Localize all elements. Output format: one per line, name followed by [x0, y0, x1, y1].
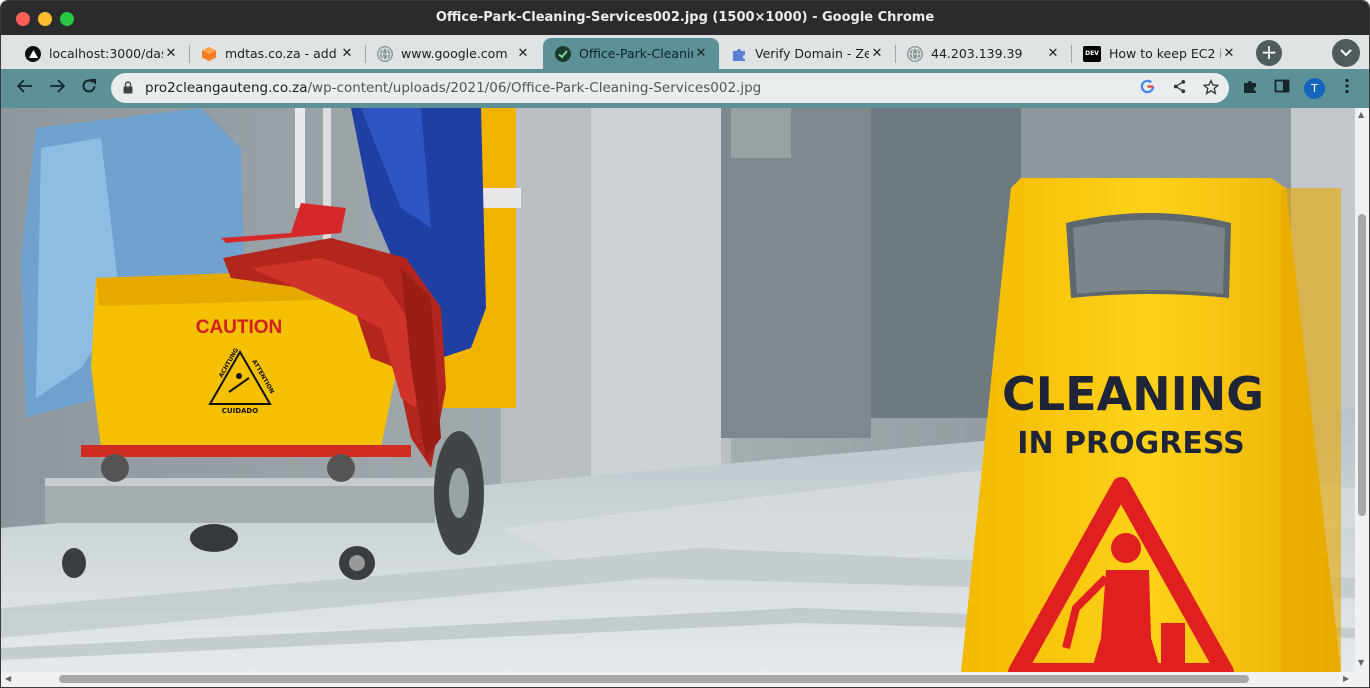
arrow-left-icon [16, 79, 32, 93]
tab-label: localhost:3000/das [49, 46, 163, 61]
sign-in-progress-text: IN PROGRESS [1017, 426, 1244, 461]
extensions-puzzle-icon[interactable] [1240, 78, 1260, 98]
scroll-right-icon[interactable]: ▶ [1343, 674, 1349, 683]
scrollbar-corner [1355, 672, 1369, 687]
share-icon[interactable] [1170, 79, 1188, 97]
address-bar[interactable]: pro2cleangauteng.co.za/wp-content/upload… [111, 73, 1229, 103]
sign-cleaning-text: CLEANING [1002, 367, 1264, 421]
tab-label: How to keep EC2 in [1109, 46, 1221, 61]
tab-office-park-cleaning[interactable]: Office-Park-Cleanin ✕ [543, 38, 719, 69]
arrow-right-icon [50, 79, 66, 93]
scroll-left-icon[interactable]: ◀ [5, 674, 11, 683]
side-panel-icon[interactable] [1272, 78, 1292, 98]
reload-icon [82, 79, 96, 93]
lock-icon [123, 81, 133, 94]
puzzle-icon [731, 46, 747, 62]
tab-close-icon[interactable]: ✕ [515, 46, 531, 61]
scroll-down-icon[interactable]: ▼ [1358, 658, 1364, 667]
new-tab-button[interactable]: + [1256, 40, 1282, 66]
tab-label: Verify Domain - Zer [755, 46, 869, 61]
cleaning-photo: CAUTION ACHTUNG ATTENTION CUIDADO CLEANI… [1, 108, 1355, 672]
globe-icon [377, 45, 393, 62]
vertical-scroll-thumb[interactable] [1358, 214, 1366, 516]
browser-toolbar: pro2cleangauteng.co.za/wp-content/upload… [1, 69, 1369, 108]
tab-close-icon[interactable]: ✕ [1221, 46, 1237, 61]
bucket-caution-text: CAUTION [196, 317, 283, 338]
browser-window: Office-Park-Cleaning-Services002.jpg (15… [0, 0, 1370, 688]
tab-label: www.google.com [401, 46, 508, 61]
tab-ip-address[interactable]: 44.203.139.39 ✕ [895, 38, 1071, 69]
back-button[interactable] [13, 77, 37, 101]
tab-mdtas[interactable]: mdtas.co.za - add r ✕ [189, 38, 365, 69]
profile-avatar[interactable]: T [1304, 78, 1325, 99]
url-host: pro2cleangauteng.co.za [145, 80, 308, 96]
forward-button[interactable] [45, 77, 69, 101]
tab-label: 44.203.139.39 [931, 46, 1023, 61]
tab-verify-domain[interactable]: Verify Domain - Zer ✕ [719, 38, 895, 69]
horizontal-scrollbar[interactable]: ◀ ▶ [1, 672, 1355, 687]
tab-label: Office-Park-Cleanin [579, 46, 693, 61]
tab-close-icon[interactable]: ✕ [869, 46, 885, 61]
tab-localhost[interactable]: localhost:3000/das ✕ [13, 38, 189, 69]
chevron-down-icon [1340, 49, 1352, 57]
tab-search-button[interactable] [1332, 39, 1360, 67]
check-circle-icon [555, 45, 571, 62]
bucket-sign-cuidado: CUIDADO [222, 407, 258, 415]
tab-close-icon[interactable]: ✕ [163, 46, 179, 61]
tab-close-icon[interactable]: ✕ [339, 46, 355, 61]
window-title: Office-Park-Cleaning-Services002.jpg (15… [435, 10, 935, 25]
bookmark-star-icon[interactable] [1202, 78, 1220, 97]
tab-strip: localhost:3000/das ✕ mdtas.co.za - add r… [1, 35, 1369, 69]
url-text[interactable]: pro2cleangauteng.co.za/wp-content/upload… [145, 80, 761, 96]
scroll-up-icon[interactable]: ▲ [1358, 110, 1364, 119]
title-bar: Office-Park-Cleaning-Services002.jpg (15… [1, 1, 1369, 35]
globe-icon [907, 45, 923, 62]
vercel-triangle-icon [25, 45, 41, 62]
tab-close-icon[interactable]: ✕ [693, 46, 709, 61]
kebab-menu-icon[interactable] [1337, 78, 1357, 98]
reload-button[interactable] [77, 77, 101, 101]
image-viewport[interactable]: CAUTION ACHTUNG ATTENTION CUIDADO CLEANI… [1, 108, 1355, 672]
horizontal-scroll-thumb[interactable] [59, 675, 1249, 683]
google-lens-icon[interactable] [1138, 79, 1156, 97]
tab-label: mdtas.co.za - add r [225, 46, 339, 61]
cube-icon [201, 46, 217, 62]
url-path: /wp-content/uploads/2021/06/Office-Park-… [307, 80, 762, 96]
vertical-scrollbar[interactable]: ▲ ▼ [1355, 108, 1369, 672]
tab-google[interactable]: www.google.com ✕ [365, 38, 541, 69]
dev-icon: DEV [1083, 45, 1101, 62]
tab-dev-ec2[interactable]: DEV How to keep EC2 in ✕ [1071, 38, 1247, 69]
tab-close-icon[interactable]: ✕ [1045, 46, 1061, 61]
